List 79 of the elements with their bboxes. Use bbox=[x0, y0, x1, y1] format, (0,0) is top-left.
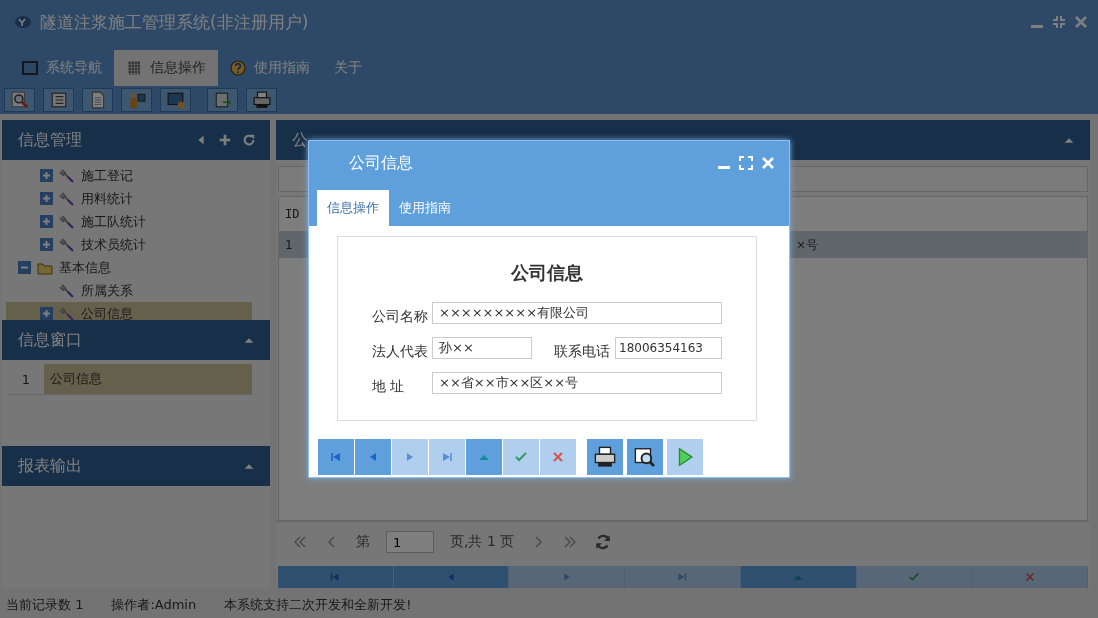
wrench-icon bbox=[59, 213, 75, 230]
maximize-icon[interactable] bbox=[739, 156, 753, 170]
wrench-icon bbox=[59, 305, 75, 322]
tree-toggle[interactable] bbox=[40, 215, 53, 228]
toolbar-button[interactable] bbox=[121, 88, 152, 112]
status-text: 当前记录数 1 bbox=[6, 596, 84, 614]
status-text: 操作者:Admin bbox=[111, 596, 197, 614]
toolbar-button[interactable] bbox=[246, 88, 277, 112]
dialog-title: 公司信息 bbox=[349, 152, 414, 174]
printer-icon bbox=[594, 446, 616, 468]
refresh-icon bbox=[242, 133, 256, 147]
close-icon[interactable] bbox=[761, 156, 775, 170]
toolbar-button[interactable] bbox=[43, 88, 74, 112]
column-header: ID bbox=[284, 207, 301, 221]
printer-icon bbox=[252, 91, 271, 109]
status-text: 本系统支持二次开发和全新开发! bbox=[224, 596, 412, 614]
dialog-tab[interactable]: 信息操作 bbox=[317, 190, 389, 226]
text-field[interactable]: 18006354163 bbox=[615, 336, 722, 359]
table-cell-text: ×号 bbox=[795, 236, 820, 254]
double-chevron-left-icon[interactable] bbox=[292, 534, 308, 550]
wrench-icon bbox=[59, 282, 75, 299]
field-label: 地 址 bbox=[372, 376, 406, 396]
tree-item[interactable]: 用料统计 bbox=[6, 187, 252, 210]
tree-toggle[interactable] bbox=[18, 261, 31, 274]
monitor-icon bbox=[22, 60, 38, 76]
main-tab[interactable]: 系统导航 bbox=[10, 50, 114, 86]
tree-item[interactable]: 技术员统计 bbox=[6, 233, 252, 256]
export-icon bbox=[213, 91, 232, 109]
table-cell-text: 1 bbox=[284, 238, 294, 252]
tree-toggle[interactable] bbox=[40, 192, 53, 205]
app-logo-icon bbox=[14, 15, 32, 29]
list-icon bbox=[49, 91, 68, 109]
field-label: 法人代表 bbox=[372, 341, 429, 361]
tree-item[interactable]: 施工队统计 bbox=[6, 210, 252, 233]
wrench-icon bbox=[59, 236, 75, 253]
main-tab[interactable]: 关于 bbox=[322, 50, 374, 86]
text-field[interactable]: ××省××市××区××号 bbox=[432, 371, 722, 394]
double-chevron-right-icon[interactable] bbox=[562, 534, 579, 550]
wrench-icon bbox=[59, 167, 75, 184]
tree-item[interactable]: 施工登记 bbox=[6, 164, 252, 187]
tree-toggle[interactable] bbox=[40, 307, 53, 320]
close-icon[interactable] bbox=[1074, 15, 1088, 29]
tree-toggle[interactable] bbox=[40, 238, 53, 251]
refresh-icon[interactable] bbox=[594, 533, 613, 551]
dialog-tab[interactable]: 使用指南 bbox=[389, 190, 461, 226]
magnifier-icon bbox=[634, 446, 656, 468]
toolbar-button[interactable] bbox=[4, 88, 35, 112]
restore-icon[interactable] bbox=[1052, 15, 1066, 29]
toolbar-button[interactable] bbox=[207, 88, 238, 112]
main-tab[interactable]: 信息操作 bbox=[114, 50, 218, 86]
panel-title: 公 bbox=[292, 129, 309, 151]
panel-title: 信息窗口 bbox=[18, 329, 83, 351]
person-computer-icon bbox=[127, 91, 146, 109]
page-input[interactable]: 1 bbox=[386, 531, 434, 553]
check-icon bbox=[906, 570, 921, 584]
grid-icon bbox=[126, 60, 142, 76]
text-field[interactable]: 孙×× bbox=[432, 336, 532, 359]
pager-text: 页,共 1 页 bbox=[450, 533, 515, 551]
form-heading: 公司信息 bbox=[511, 261, 583, 285]
pager-text: 第 bbox=[356, 533, 370, 551]
text-field[interactable]: ×××××××××有限公司 bbox=[432, 301, 722, 324]
field-label: 联系电话 bbox=[554, 341, 611, 361]
tree-item[interactable]: 基本信息 bbox=[6, 256, 252, 279]
toolbar-button[interactable] bbox=[82, 88, 113, 112]
window-title: 隧道注浆施工管理系统(非注册用户) bbox=[40, 10, 310, 34]
panel-title: 信息管理 bbox=[18, 129, 83, 151]
magnifier-icon bbox=[10, 91, 29, 109]
tree-toggle[interactable] bbox=[40, 169, 53, 182]
main-tab[interactable]: 使用指南 bbox=[218, 50, 322, 86]
tree-item[interactable]: 所属关系 bbox=[6, 279, 252, 302]
field-label: 公司名称 bbox=[372, 306, 429, 326]
wrench-icon bbox=[59, 190, 75, 207]
nav-button[interactable] bbox=[587, 439, 623, 475]
panel-title: 报表输出 bbox=[18, 455, 83, 477]
nav-button[interactable] bbox=[627, 439, 663, 475]
plus-icon bbox=[218, 133, 232, 147]
monitor-icon bbox=[166, 91, 185, 109]
toolbar-button[interactable] bbox=[160, 88, 191, 112]
help-icon bbox=[230, 60, 246, 76]
